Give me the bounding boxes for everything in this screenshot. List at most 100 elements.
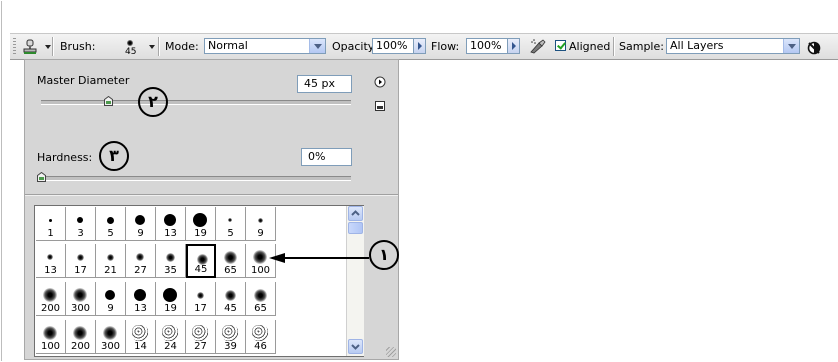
new-preset-icon[interactable]	[374, 100, 386, 112]
brush-tip-icon	[224, 289, 236, 301]
brush-preset-item[interactable]: 200	[36, 282, 66, 316]
brush-preset-item[interactable]: 13	[126, 282, 156, 316]
separator	[158, 37, 160, 56]
brush-preset-item[interactable]: 13	[36, 244, 66, 278]
brush-preset-size: 9	[137, 228, 144, 239]
scroll-thumb[interactable]	[348, 222, 363, 234]
brush-texture-icon	[222, 325, 238, 341]
brush-preset-size: 65	[254, 303, 267, 314]
brush-preset-size: 14	[134, 341, 147, 352]
brush-tip-icon	[163, 288, 177, 302]
callout-2: ٢	[138, 87, 168, 117]
flow-input[interactable]: 100%	[466, 38, 508, 54]
scroll-down-button[interactable]	[348, 339, 363, 354]
brush-tip-icon	[134, 289, 146, 301]
mode-value: Normal	[208, 39, 248, 52]
brush-preset-item[interactable]: 46	[246, 320, 276, 354]
panel-menu-button[interactable]	[374, 76, 386, 88]
brush-preset-size: 24	[164, 341, 177, 352]
brush-preset-size: 13	[44, 265, 57, 276]
brush-texture-icon	[162, 325, 178, 341]
brush-preset-item[interactable]: 5	[96, 207, 126, 241]
brush-preset-item[interactable]: 13	[156, 207, 186, 241]
brush-preset-item[interactable]: 24	[156, 320, 186, 354]
opacity-label: Opacity:	[332, 40, 378, 53]
brush-preset-item[interactable]: 9	[126, 207, 156, 241]
brush-preset-size: 300	[70, 303, 91, 314]
toolbar-grip[interactable]	[13, 38, 16, 55]
brush-preset-size: 200	[40, 303, 61, 314]
brush-preset-size: 21	[104, 265, 117, 276]
hardness-input[interactable]: 0%	[301, 148, 352, 166]
brush-preset-item[interactable]: 300	[66, 282, 96, 316]
preset-list-scrollbar[interactable]	[346, 206, 364, 356]
brush-preset-item[interactable]: 19	[156, 282, 186, 316]
brush-texture-icon	[192, 325, 208, 341]
ignore-adjustment-layers-icon	[807, 39, 821, 55]
brush-preset-size: 300	[100, 341, 121, 352]
brush-preset-item[interactable]: 100	[36, 320, 66, 354]
options-bar: Brush: 45 Mode: Normal Opacity: 100% Flo…	[10, 33, 838, 60]
brush-preset-item[interactable]: 17	[66, 244, 96, 278]
callout-arrow	[269, 253, 369, 263]
brush-preset-item[interactable]: 39	[216, 320, 246, 354]
mode-select[interactable]: Normal	[204, 38, 326, 54]
master-diameter-label: Master Diameter	[37, 74, 130, 87]
brush-preset-item[interactable]: 14	[126, 320, 156, 354]
callout-3: ٣	[99, 141, 129, 171]
brush-preset-item[interactable]: 65	[246, 282, 276, 316]
brush-tip-icon	[253, 288, 267, 302]
brush-preset-size: 5	[227, 228, 234, 239]
brush-preset-item[interactable]: 9	[96, 282, 126, 316]
brush-preset-item[interactable]: 21	[96, 244, 126, 278]
brush-preset-size: 19	[194, 228, 207, 239]
brush-picker[interactable]: 45	[100, 34, 155, 59]
panel-resize-grip[interactable]	[386, 347, 396, 357]
brush-preset-item[interactable]: 300	[96, 320, 126, 354]
brush-preset-item[interactable]: 1	[36, 207, 66, 241]
brush-preset-size: 17	[194, 303, 207, 314]
brush-tip-icon	[106, 216, 114, 224]
brush-preset-size: 100	[40, 341, 61, 352]
opacity-slider-button[interactable]	[413, 38, 426, 54]
brush-tip-icon	[73, 326, 87, 340]
brush-preset-size: 45	[194, 264, 208, 275]
brush-tip-icon	[73, 288, 87, 302]
brush-size-label: 45	[125, 47, 137, 57]
brush-preset-size: 17	[74, 265, 87, 276]
brush-texture-icon	[132, 325, 148, 341]
brush-preset-panel: Master Diameter 45 px ٢ Hardness: ٣ 0% 1…	[24, 59, 399, 360]
aligned-checkbox[interactable]	[555, 40, 566, 51]
brush-preset-item[interactable]: 65	[216, 244, 246, 278]
hardness-slider-thumb[interactable]	[37, 172, 46, 182]
brush-preset-item[interactable]: 35	[156, 244, 186, 278]
brush-preset-item[interactable]: 19	[186, 207, 216, 241]
brush-tip-icon	[135, 215, 145, 225]
scroll-up-button[interactable]	[348, 206, 363, 221]
flow-slider-button[interactable]	[507, 38, 520, 54]
brush-preset-item[interactable]: 9	[246, 207, 276, 241]
brush-preset-item[interactable]: 27	[126, 244, 156, 278]
brush-preset-size: 27	[194, 341, 207, 352]
brush-tip-icon	[257, 217, 263, 223]
master-diameter-slider-thumb[interactable]	[103, 96, 113, 106]
brush-preset-item[interactable]: 3	[66, 207, 96, 241]
brush-preset-item[interactable]: 200	[66, 320, 96, 354]
brush-preset-item[interactable]: 27	[186, 320, 216, 354]
dropdown-arrow-icon[interactable]	[309, 39, 325, 53]
master-diameter-input[interactable]: 45 px	[297, 75, 352, 93]
master-diameter-slider[interactable]	[41, 100, 351, 105]
hardness-slider[interactable]	[41, 176, 351, 181]
brush-preset-size: 13	[134, 303, 147, 314]
sample-select[interactable]: All Layers	[666, 38, 800, 54]
dropdown-arrow-icon[interactable]	[783, 39, 799, 53]
brush-preset-item[interactable]: 45	[216, 282, 246, 316]
brush-preset-item[interactable]: 5	[216, 207, 246, 241]
chevron-down-icon	[149, 45, 155, 49]
brush-tip-icon	[196, 291, 204, 299]
separator	[613, 37, 615, 56]
brush-preset-item[interactable]: 45	[186, 244, 216, 278]
brush-preset-item[interactable]: 17	[186, 282, 216, 316]
opacity-input[interactable]: 100%	[372, 38, 414, 54]
brush-preset-list: 1 3 5 9 13 19 5 9 13 17 21 27 35 45 65 100 200 300 9 13 19 17…	[34, 205, 364, 357]
